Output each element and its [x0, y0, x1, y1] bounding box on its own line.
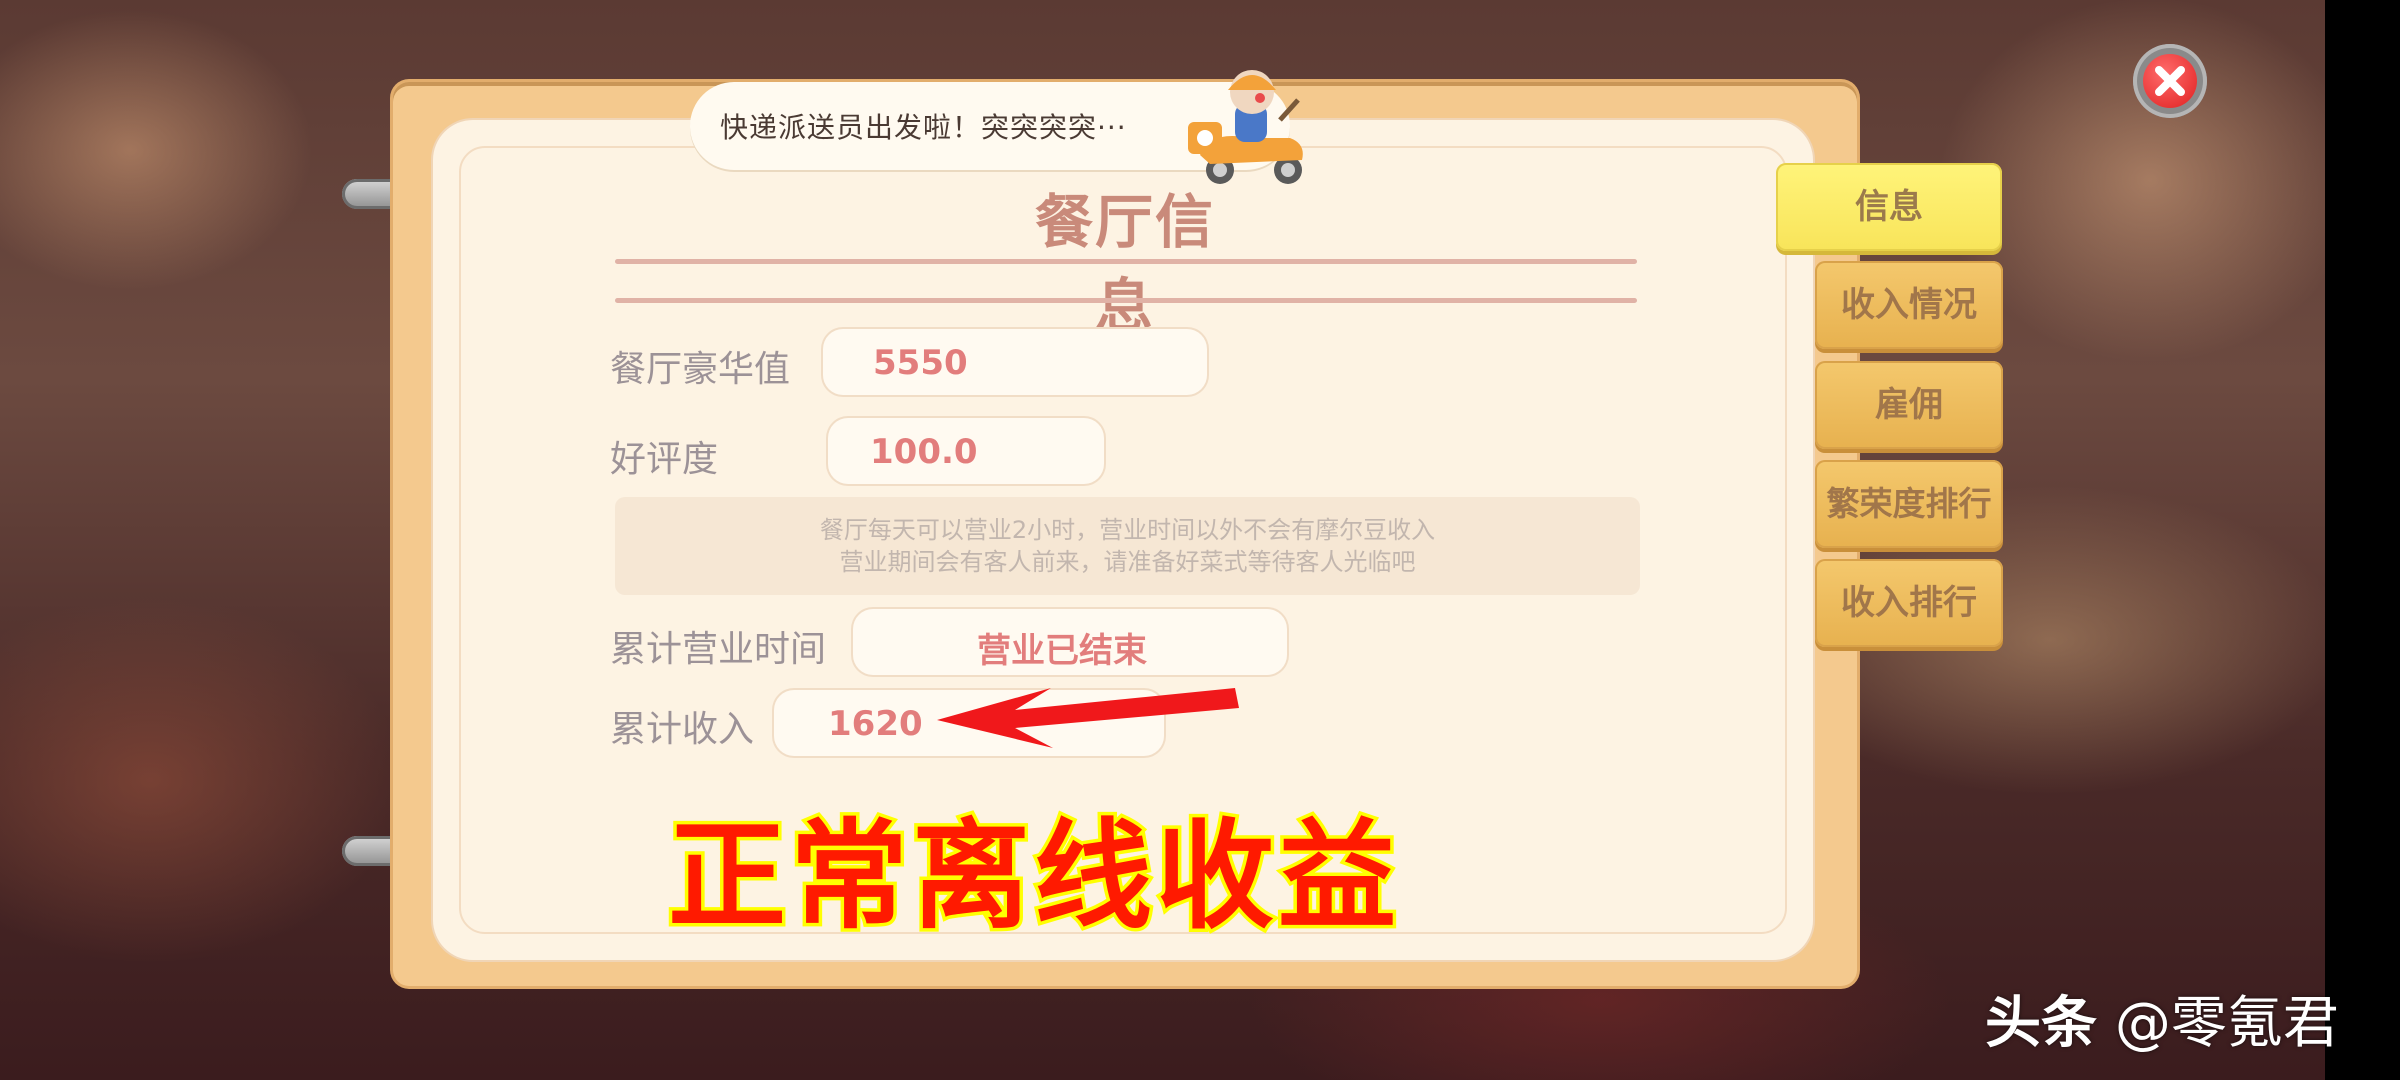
bubble-text: 快递派送员出发啦！突突突突···: [720, 111, 1127, 144]
income-label: 累计收入: [610, 709, 755, 750]
tab-income-ranking[interactable]: 收入排行: [1815, 559, 2003, 647]
tab-prosperity-ranking[interactable]: 繁荣度排行: [1815, 460, 2003, 548]
luxury-field: 5550: [823, 329, 1207, 395]
title-divider-top: [615, 259, 1637, 264]
rating-value: 100.0: [870, 432, 978, 472]
rating-field: 100.0: [828, 418, 1104, 484]
overlay-caption: 正常离线收益: [664, 804, 1401, 949]
courier-scooter-icon: [1188, 70, 1303, 184]
close-button[interactable]: [2133, 44, 2207, 118]
business-hours-notice: 餐厅每天可以营业2小时，营业时间以外不会有摩尔豆收入 营业期间会有客人前来，请准…: [615, 497, 1640, 595]
rating-label: 好评度: [610, 439, 719, 480]
luxury-label: 餐厅豪华值: [610, 349, 791, 390]
luxury-value: 5550: [873, 343, 968, 383]
income-value: 1620: [828, 704, 923, 744]
close-icon: [2143, 54, 2197, 108]
watermark: 头条 @零氪君: [1985, 978, 2339, 1059]
notice-line-2: 营业期间会有客人前来，请准备好菜式等待客人光临吧: [839, 548, 1416, 576]
tab-hire[interactable]: 雇佣: [1815, 361, 2003, 449]
watermark-brand: 头条: [1985, 991, 2097, 1056]
watermark-handle: @零氪君: [2114, 991, 2339, 1056]
tab-info[interactable]: 信息: [1776, 163, 2002, 251]
hours-field: 营业已结束: [853, 609, 1287, 675]
title-divider-bottom: [615, 298, 1637, 303]
screen-edge-bar: [2325, 0, 2400, 1080]
tab-income-status[interactable]: 收入情况: [1815, 261, 2003, 349]
notice-line-1: 餐厅每天可以营业2小时，营业时间以外不会有摩尔豆收入: [819, 516, 1436, 544]
hours-label: 累计营业时间: [610, 629, 827, 670]
hours-value: 营业已结束: [977, 631, 1147, 671]
red-arrow-icon: [937, 688, 1239, 748]
